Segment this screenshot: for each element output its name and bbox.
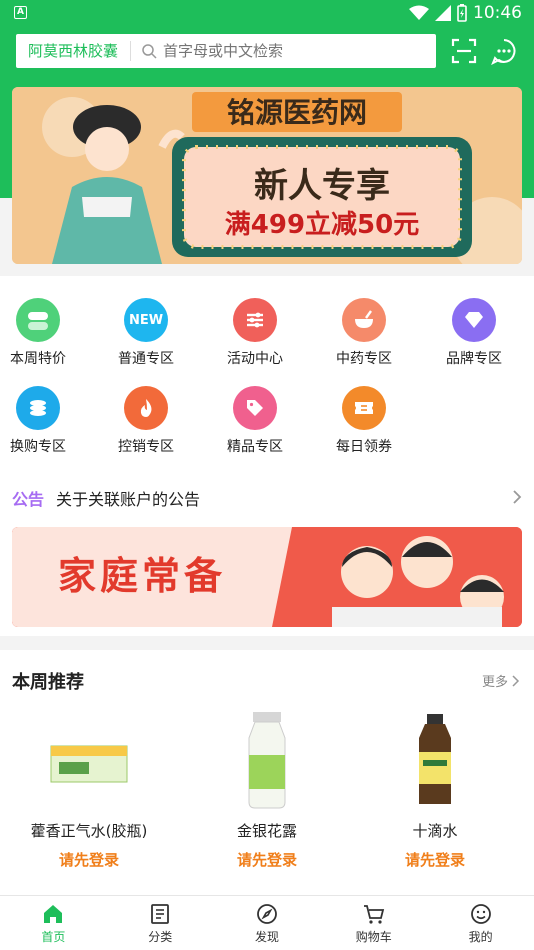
- list-icon: [151, 904, 170, 924]
- tab-label: 我的: [468, 930, 493, 944]
- tab-label: 购物车: [355, 930, 392, 944]
- product-name: 藿香正气水(胶瓶): [30, 822, 148, 840]
- search-hot-tag[interactable]: 阿莫西林胶囊: [16, 41, 132, 61]
- category-label: 换购专区: [10, 439, 66, 455]
- cart-icon: [363, 905, 384, 924]
- notice-tag: 公告: [12, 490, 45, 509]
- more-label: 更多: [481, 675, 508, 690]
- product-name: 金银花露: [236, 822, 297, 840]
- message-icon[interactable]: [490, 37, 518, 65]
- home-icon: [44, 905, 63, 923]
- category-label: 活动中心: [227, 351, 283, 367]
- banner-artwork: 铭源医药网 新人专享 满499立减50元: [12, 87, 522, 264]
- notice-bar[interactable]: 公告 关于关联账户的公告: [0, 480, 534, 516]
- family-essentials-banner[interactable]: 家庭常备: [12, 527, 522, 627]
- product-card[interactable]: 藿香正气水(胶瓶) 请先登录: [4, 710, 174, 870]
- section-title: 本周推荐: [12, 672, 84, 693]
- coupon-icon: [342, 386, 386, 430]
- category-label: 本周特价: [10, 351, 66, 367]
- sliders-icon: [233, 298, 277, 342]
- tab-cart[interactable]: 购物车: [320, 896, 427, 950]
- banner-brand-text: 铭源医药网: [227, 96, 367, 129]
- signal-icon: [435, 5, 451, 21]
- status-bar: A 10:46: [0, 0, 534, 28]
- chevron-right-icon: [512, 674, 520, 687]
- compass-icon: [257, 904, 277, 924]
- promo-text: 家庭常备: [58, 554, 226, 598]
- category-tcm[interactable]: 中药专区: [324, 298, 404, 368]
- search-icon: [142, 44, 157, 59]
- category-label: 每日领券: [336, 439, 392, 455]
- product-card[interactable]: 金银花露 请先登录: [182, 710, 352, 870]
- product-price[interactable]: 请先登录: [182, 849, 352, 870]
- category-controlled-sales[interactable]: 控销专区: [106, 386, 186, 456]
- product-image: [385, 710, 485, 810]
- tag-icon: [233, 386, 277, 430]
- search-bar[interactable]: 阿莫西林胶囊: [16, 34, 436, 68]
- product-price[interactable]: 请先登录: [4, 849, 174, 870]
- wifi-icon: [409, 5, 429, 20]
- flame-icon: [124, 386, 168, 430]
- category-label: 普通专区: [118, 351, 174, 367]
- tab-label: 分类: [148, 930, 173, 944]
- category-general[interactable]: NEW 普通专区: [106, 298, 186, 368]
- chevron-right-icon: [513, 490, 522, 504]
- tab-label: 首页: [41, 930, 66, 944]
- tab-category[interactable]: 分类: [107, 896, 214, 950]
- app-notification-icon: A: [14, 6, 27, 19]
- category-premium[interactable]: 精品专区: [215, 386, 295, 456]
- product-name: 十滴水: [412, 822, 458, 840]
- category-weekly-special[interactable]: 本周特价: [0, 298, 78, 368]
- category-label: 中药专区: [336, 351, 392, 367]
- category-daily-coupon[interactable]: 每日领券: [324, 386, 404, 456]
- product-price[interactable]: 请先登录: [350, 849, 520, 870]
- product-card[interactable]: 十滴水 请先登录: [350, 710, 520, 870]
- category-activity-center[interactable]: 活动中心: [215, 298, 295, 368]
- banner-headline: 新人专享: [254, 166, 390, 206]
- promo-artwork: 家庭常备: [12, 527, 522, 627]
- weekly-recommend-section: 本周推荐 更多 藿香正气水(胶瓶) 请先登录 金银花露 请先登录 十滴水 请先登…: [0, 650, 534, 895]
- category-label: 精品专区: [227, 439, 283, 455]
- mortar-icon: [342, 298, 386, 342]
- battery-icon: [457, 4, 467, 22]
- new-icon: NEW: [124, 298, 168, 342]
- category-label: 品牌专区: [446, 351, 502, 367]
- category-brand[interactable]: 品牌专区: [434, 298, 514, 368]
- tab-profile[interactable]: 我的: [427, 896, 534, 950]
- pill-icon: [16, 298, 60, 342]
- category-label: 控销专区: [118, 439, 174, 455]
- bottom-tab-bar: 首页 分类 发现 购物车 我的: [0, 895, 534, 950]
- scan-icon[interactable]: [451, 38, 477, 64]
- diamond-icon: [452, 298, 496, 342]
- promo-banner[interactable]: 铭源医药网 新人专享 满499立减50元: [12, 87, 522, 264]
- search-input[interactable]: [163, 42, 436, 60]
- product-image: [217, 710, 317, 810]
- tab-home[interactable]: 首页: [0, 896, 107, 950]
- tab-discover[interactable]: 发现: [214, 896, 321, 950]
- banner-offer: 满499立减50元: [225, 209, 419, 240]
- more-link[interactable]: 更多: [482, 671, 520, 690]
- category-exchange[interactable]: 换购专区: [0, 386, 78, 456]
- product-image: [39, 710, 139, 810]
- tab-label: 发现: [254, 930, 279, 944]
- coins-icon: [16, 386, 60, 430]
- status-time: 10:46: [473, 3, 522, 23]
- smile-icon: [470, 904, 491, 924]
- notice-text[interactable]: 关于关联账户的公告: [56, 486, 200, 510]
